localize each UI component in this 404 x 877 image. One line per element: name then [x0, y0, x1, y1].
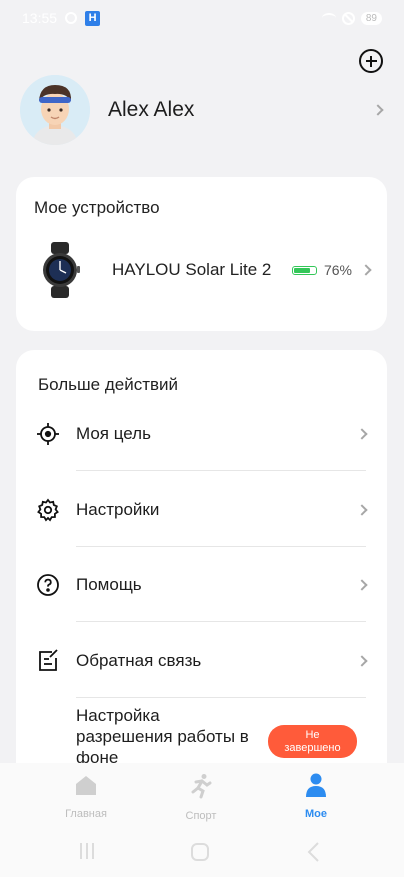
device-battery-fill	[293, 267, 310, 273]
home-icon	[74, 773, 98, 802]
chevron-right-icon	[356, 504, 368, 516]
more-actions-card: Больше действий Моя цель Настройки Помощ…	[16, 350, 387, 790]
device-row[interactable]: HAYLOU Solar Lite 2 76%	[40, 242, 372, 298]
question-icon	[36, 573, 60, 597]
nav-sport-label: Спорт	[185, 810, 217, 822]
more-actions-title: Больше действий	[38, 375, 179, 394]
back-icon[interactable]	[306, 842, 320, 867]
status-left: 13:55 H	[22, 10, 101, 26]
permission-status-badge[interactable]: Не завершено	[268, 725, 357, 758]
nav-me[interactable]: Мое	[266, 773, 366, 820]
add-device-button[interactable]	[359, 49, 383, 73]
notification-icon	[65, 12, 78, 24]
watch-image	[40, 242, 80, 298]
chevron-right-icon	[356, 655, 368, 667]
do-not-disturb-icon	[341, 11, 355, 25]
status-battery: 89	[360, 11, 382, 25]
target-icon	[36, 422, 60, 446]
action-label: Настройки	[76, 500, 160, 519]
status-bar: 13:55 H 89	[0, 0, 404, 36]
permission-label: Настройка разрешения работы в фоне	[76, 706, 249, 767]
divider	[76, 470, 366, 471]
device-battery-label: 76%	[323, 262, 352, 278]
my-device-title: Мое устройство	[34, 198, 160, 217]
action-label: Обратная связь	[76, 651, 202, 670]
action-help[interactable]: Помощь	[36, 547, 368, 623]
home-button-icon[interactable]	[190, 842, 210, 867]
chevron-right-icon	[360, 264, 372, 276]
nav-home-label: Главная	[65, 808, 107, 820]
running-icon	[189, 773, 213, 804]
action-label: Моя цель	[76, 424, 151, 443]
chevron-right-icon	[372, 104, 384, 116]
wifi-icon	[321, 13, 336, 23]
nav-home[interactable]: Главная	[36, 773, 136, 820]
action-settings[interactable]: Настройки	[36, 472, 368, 548]
profile-row[interactable]: Alex Alex	[20, 74, 390, 146]
haylou-app-icon: H	[85, 10, 101, 26]
my-device-card: Мое устройство HAYLOU Solar Lite 2 76%	[16, 177, 387, 331]
chevron-right-icon	[356, 428, 368, 440]
nav-sport[interactable]: Спорт	[151, 773, 251, 822]
gear-icon	[36, 498, 60, 522]
action-label: Помощь	[76, 575, 142, 594]
status-time: 13:55	[22, 10, 58, 26]
person-icon	[305, 773, 327, 802]
avatar[interactable]	[20, 75, 90, 145]
device-battery-bar	[291, 265, 317, 275]
recent-apps-icon[interactable]	[78, 842, 96, 865]
divider	[76, 621, 366, 622]
nav-me-label: Мое	[305, 808, 327, 820]
profile-name: Alex Alex	[108, 98, 195, 121]
status-right: 89	[321, 11, 382, 25]
action-my-goal[interactable]: Моя цель	[36, 396, 368, 472]
feedback-icon	[36, 649, 60, 673]
action-feedback[interactable]: Обратная связь	[36, 623, 368, 699]
chevron-right-icon	[356, 579, 368, 591]
system-nav	[0, 842, 404, 862]
divider	[76, 697, 366, 698]
device-name: HAYLOU Solar Lite 2	[112, 260, 272, 279]
permission-status-text: Не завершено	[284, 728, 341, 754]
